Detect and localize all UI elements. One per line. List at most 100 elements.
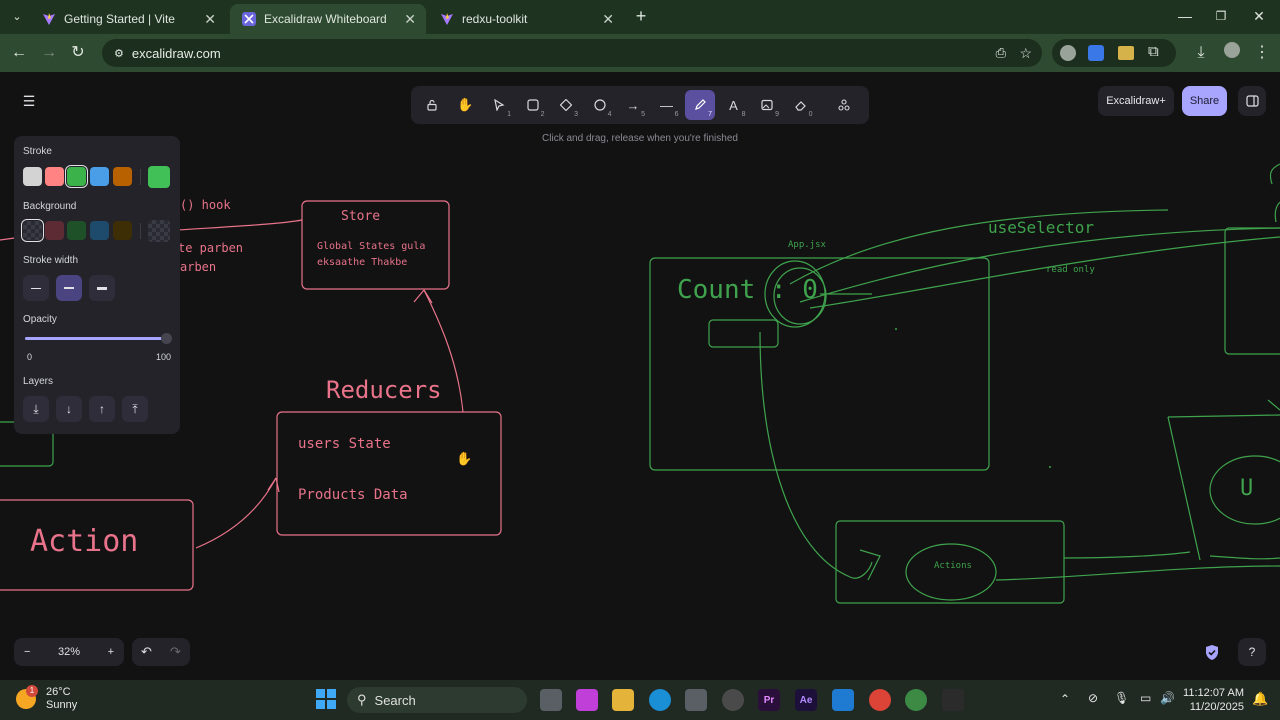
bookmark-star-icon[interactable]: ☆ — [1019, 45, 1032, 62]
hook-text[interactable]: () hook — [180, 198, 231, 212]
edge-icon[interactable] — [649, 689, 671, 711]
background-color-swatch[interactable] — [21, 219, 44, 242]
close-tab-icon[interactable]: ✕ — [204, 11, 216, 28]
taskbar-search[interactable]: ⚲ Search — [347, 687, 527, 713]
pencil-icon[interactable]: 7 — [685, 90, 715, 120]
rectangle-icon[interactable]: 2 — [518, 90, 548, 120]
excalidraw-canvas[interactable]: () hook te parben arben Store Global Sta… — [0, 72, 1280, 680]
url-bar[interactable]: ⚙ excalidraw.com ⎙ ☆ — [102, 39, 1042, 67]
stroke-color-swatch[interactable] — [65, 165, 88, 188]
stroke-color-swatch[interactable] — [113, 167, 132, 186]
store-title[interactable]: Store — [341, 209, 380, 224]
close-tab-icon[interactable]: ✕ — [602, 11, 614, 28]
canvas-note[interactable]: arben — [180, 260, 216, 274]
selected-stroke-color[interactable] — [148, 166, 170, 188]
stroke-width-bold[interactable] — [56, 275, 82, 301]
eraser-icon[interactable]: 0 — [786, 90, 816, 120]
avatar[interactable] — [1221, 42, 1243, 64]
action-title[interactable]: Action — [30, 524, 138, 559]
more-menu-icon[interactable]: ⋮ — [1251, 42, 1273, 64]
network-icon[interactable]: ⊘ — [1088, 691, 1098, 705]
weather-widget[interactable]: 1 26°C Sunny — [16, 685, 77, 712]
puzzle-icon[interactable]: ⧉ — [1148, 43, 1159, 60]
arrow-icon[interactable]: → 5 — [618, 90, 648, 120]
extension-icon[interactable] — [1118, 46, 1134, 60]
stroke-width-thin[interactable] — [23, 275, 49, 301]
read-only-text[interactable]: read only — [1046, 265, 1095, 275]
copilot-icon[interactable] — [576, 689, 598, 711]
excalidraw-plus-button[interactable]: Excalidraw+ — [1098, 86, 1174, 116]
lock-icon[interactable] — [417, 90, 447, 120]
system-clock[interactable]: 11:12:07 AM 11/20/2025 — [1180, 686, 1244, 714]
share-button[interactable]: Share — [1182, 86, 1227, 116]
stroke-color-swatch[interactable] — [45, 167, 64, 186]
main-menu-icon[interactable]: ☰ — [14, 86, 44, 116]
volume-icon[interactable]: 🔊 — [1160, 691, 1175, 705]
bring-to-front-icon[interactable]: ⤒ — [122, 396, 148, 422]
shield-icon[interactable] — [1204, 644, 1220, 666]
vscode-icon[interactable] — [832, 689, 854, 711]
forward-icon[interactable]: → — [38, 42, 60, 64]
canvas-note[interactable]: te parben — [178, 241, 243, 255]
task-view-icon[interactable] — [540, 689, 562, 711]
app-jsx-text[interactable]: App.jsx — [788, 240, 826, 250]
close-window-icon[interactable]: ✕ — [1248, 5, 1270, 27]
maximize-icon[interactable]: ❐ — [1210, 5, 1232, 27]
stroke-color-swatch[interactable] — [23, 167, 42, 186]
undo-icon[interactable]: ↶ — [141, 644, 152, 660]
background-color-swatch[interactable] — [67, 221, 86, 240]
file-explorer-icon[interactable] — [612, 689, 634, 711]
count-text[interactable]: Count : 0 — [677, 275, 818, 305]
back-icon[interactable]: ← — [8, 42, 30, 64]
chrome-icon[interactable] — [869, 689, 891, 711]
store-note[interactable]: Global States gula — [317, 241, 425, 252]
selected-background-color[interactable] — [148, 220, 170, 242]
show-hidden-icons[interactable]: ⌃ — [1060, 692, 1070, 706]
background-color-swatch[interactable] — [90, 221, 109, 240]
u-text[interactable]: U — [1240, 476, 1253, 501]
more-tools-icon[interactable] — [829, 90, 859, 120]
ellipse-icon[interactable]: 4 — [585, 90, 615, 120]
diamond-icon[interactable]: 3 — [551, 90, 581, 120]
stroke-width-extra-bold[interactable] — [89, 275, 115, 301]
app-icon[interactable] — [722, 689, 744, 711]
use-selector-text[interactable]: useSelector — [988, 218, 1094, 237]
site-info-icon[interactable]: ⚙ — [114, 47, 124, 60]
reducers-title[interactable]: Reducers — [326, 376, 442, 404]
line-icon[interactable]: — 6 — [652, 90, 682, 120]
close-tab-icon[interactable]: ✕ — [404, 11, 416, 28]
text-icon[interactable]: A 8 — [719, 90, 749, 120]
opacity-slider-thumb[interactable] — [161, 333, 172, 344]
chrome-profile-icon[interactable] — [905, 689, 927, 711]
tab-redux-toolkit[interactable]: redxu-toolkit ✕ — [428, 4, 624, 34]
microphone-icon[interactable]: 🎙 — [1114, 691, 1129, 705]
background-color-swatch[interactable] — [45, 221, 64, 240]
tab-excalidraw[interactable]: Excalidraw Whiteboard ✕ — [230, 4, 426, 34]
notification-bell-icon[interactable]: 🔔 — [1252, 691, 1268, 707]
zoom-level[interactable]: 32% — [58, 646, 80, 658]
reload-icon[interactable]: ↻ — [67, 42, 89, 64]
install-app-icon[interactable]: ⎙ — [996, 45, 1006, 61]
actions-text[interactable]: Actions — [934, 561, 972, 571]
windows-start-icon[interactable] — [316, 689, 336, 714]
help-icon[interactable]: ? — [1238, 638, 1266, 666]
users-state-text[interactable]: users State — [298, 436, 391, 452]
selection-icon[interactable]: 1 — [484, 90, 514, 120]
image-icon[interactable]: 9 — [752, 90, 782, 120]
opacity-slider[interactable] — [25, 337, 167, 340]
new-tab-button[interactable]: + — [630, 5, 652, 27]
products-data-text[interactable]: Products Data — [298, 487, 408, 503]
hand-icon[interactable]: ✋ — [451, 90, 481, 120]
after-effects-icon[interactable]: Ae — [795, 689, 817, 711]
premiere-icon[interactable]: Pr — [758, 689, 780, 711]
extension-icon[interactable] — [1060, 45, 1076, 61]
sidebar-toggle-icon[interactable] — [1238, 86, 1266, 116]
tab-vite[interactable]: Getting Started | Vite ✕ — [30, 4, 226, 34]
store-icon[interactable] — [685, 689, 707, 711]
redo-icon[interactable]: ↷ — [170, 644, 181, 660]
background-color-swatch[interactable] — [113, 221, 132, 240]
minimize-icon[interactable]: — — [1174, 5, 1196, 27]
terminal-icon[interactable] — [942, 689, 964, 711]
zoom-out-button[interactable]: − — [24, 646, 30, 658]
send-backward-icon[interactable]: ↓ — [56, 396, 82, 422]
